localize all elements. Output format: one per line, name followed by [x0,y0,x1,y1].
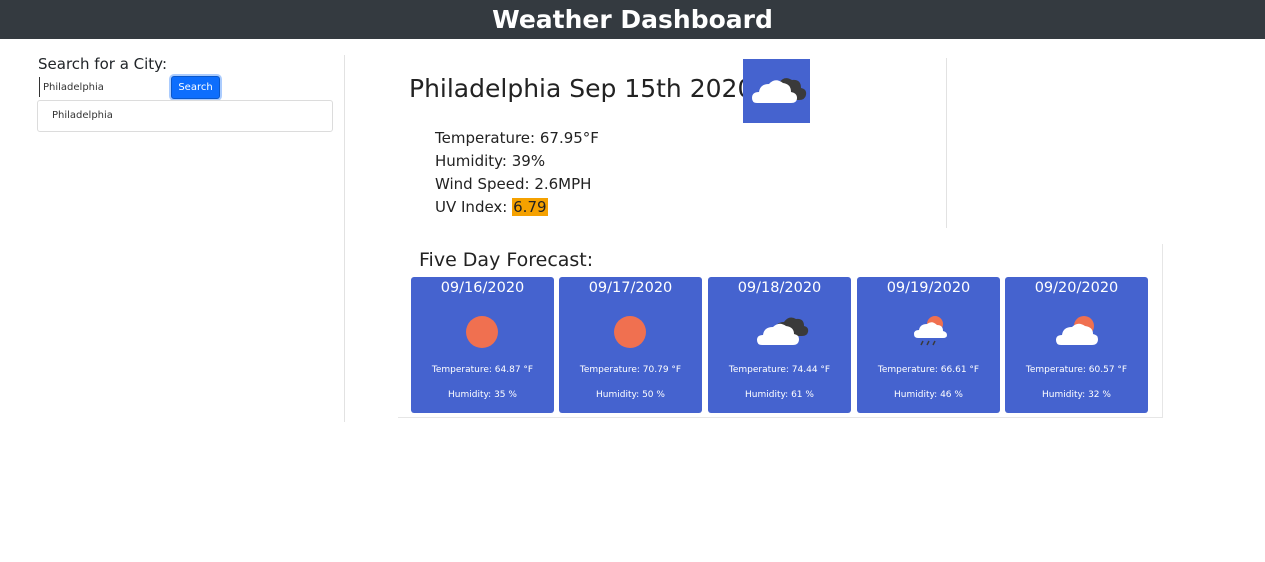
forecast-card: 09/20/2020 Temperature: 60.57 °F Humidit… [1005,277,1148,413]
temperature-value: 67.95°F [539,129,599,147]
forecast-temperature: Temperature: 74.44 °F [728,365,831,375]
forecast-date: 09/18/2020 [737,280,822,296]
search-button[interactable]: Search [171,76,220,99]
history-item-philadelphia[interactable]: Philadelphia [52,110,113,121]
cloudy-icon [743,59,810,123]
forecast-date: 09/17/2020 [588,280,673,296]
forecast-date: 09/16/2020 [440,280,525,296]
forecast-humidity: Humidity: 32 % [1042,390,1111,400]
vertical-divider [344,55,345,422]
forecast-panel: Five Day Forecast: 09/16/2020 Temperatur… [398,244,1163,418]
forecast-temperature: Temperature: 60.57 °F [1025,365,1128,375]
uv-index-row: UV Index: 6.79 [435,196,599,219]
current-stats: Temperature: 67.95°F Humidity: 39% Wind … [435,127,599,219]
current-weather-panel: Philadelphia Sep 15th 2020 Temperature: … [398,58,947,228]
rain-sun-icon [898,309,958,351]
forecast-humidity: Humidity: 35 % [448,390,517,400]
partly-cloudy-icon [1046,309,1106,351]
wind-speed-row: Wind Speed: 2.6MPH [435,173,599,196]
forecast-humidity: Humidity: 46 % [894,390,963,400]
forecast-humidity: Humidity: 61 % [745,390,814,400]
forecast-temperature: Temperature: 70.79 °F [579,365,682,375]
cloudy-icon [749,309,809,351]
forecast-title: Five Day Forecast: [419,249,594,271]
current-city-title: Philadelphia Sep 15th 2020 [409,74,754,103]
forecast-card: 09/16/2020 Temperature: 64.87 °F Humidit… [411,277,554,413]
forecast-date: 09/19/2020 [886,280,971,296]
sun-icon [452,309,512,351]
city-search-input[interactable] [39,77,173,97]
search-label: Search for a City: [38,55,168,73]
page-title: Weather Dashboard [492,5,773,34]
forecast-card: 09/17/2020 Temperature: 70.79 °F Humidit… [559,277,702,413]
forecast-card: 09/18/2020 Temperature: 74.44 °F Humidit… [708,277,851,413]
temperature-row: Temperature: 67.95°F [435,127,599,150]
uv-index-label: UV Index: [435,198,508,216]
search-history-list: Philadelphia [37,100,333,132]
wind-speed-value: 2.6MPH [534,175,592,193]
forecast-temperature: Temperature: 66.61 °F [877,365,980,375]
temperature-label: Temperature: [435,129,536,147]
forecast-temperature: Temperature: 64.87 °F [431,365,534,375]
humidity-label: Humidity: [435,152,507,170]
forecast-date: 09/20/2020 [1034,280,1119,296]
humidity-row: Humidity: 39% [435,150,599,173]
wind-speed-label: Wind Speed: [435,175,530,193]
forecast-humidity: Humidity: 50 % [596,390,665,400]
uv-index-badge: 6.79 [512,198,548,216]
sun-icon [600,309,660,351]
forecast-card: 09/19/2020 Temperature: 66.61 °F Humidit… [857,277,1000,413]
humidity-value: 39% [511,152,546,170]
page-header: Weather Dashboard [0,0,1265,39]
